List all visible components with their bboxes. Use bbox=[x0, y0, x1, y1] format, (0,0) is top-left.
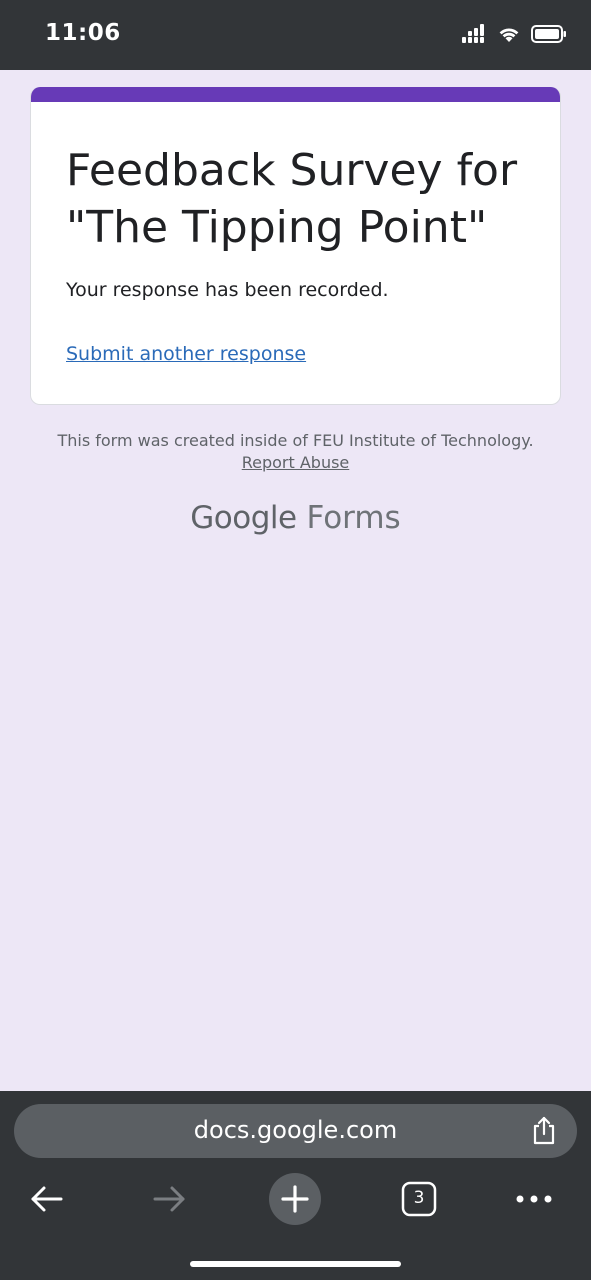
submit-another-response-link[interactable]: Submit another response bbox=[66, 343, 306, 365]
footer-note: This form was created inside of FEU Inst… bbox=[0, 430, 591, 474]
status-time: 11:06 bbox=[45, 20, 121, 46]
created-inside-text: This form was created inside of FEU Inst… bbox=[57, 431, 534, 450]
wifi-icon bbox=[497, 25, 521, 48]
battery-icon bbox=[531, 24, 567, 49]
form-title: Feedback Survey for "The Tipping Point" bbox=[66, 145, 518, 253]
status-bar: 11:06 bbox=[0, 0, 591, 70]
status-icons bbox=[461, 24, 567, 49]
signal-icon bbox=[461, 24, 487, 49]
home-indicator bbox=[190, 1261, 401, 1267]
back-arrow-icon[interactable] bbox=[28, 1171, 64, 1227]
brand-google: Google bbox=[190, 500, 297, 536]
more-icon[interactable] bbox=[514, 1171, 554, 1227]
confirmation-message: Your response has been recorded. bbox=[66, 279, 389, 301]
nav-row: 3 bbox=[0, 1171, 591, 1227]
forward-arrow-icon[interactable] bbox=[152, 1171, 188, 1227]
tabs-icon[interactable]: 3 bbox=[401, 1171, 437, 1227]
brand-forms: Forms bbox=[306, 500, 401, 536]
url-text: docs.google.com bbox=[193, 1116, 398, 1144]
card-accent-bar bbox=[31, 87, 560, 102]
share-icon[interactable] bbox=[531, 1116, 557, 1151]
tab-count: 3 bbox=[413, 1188, 425, 1208]
google-forms-logo[interactable]: Google Forms bbox=[0, 500, 591, 536]
report-abuse-link[interactable]: Report Abuse bbox=[242, 453, 350, 472]
browser-toolbar: docs.google.com 3 bbox=[0, 1091, 591, 1280]
confirmation-card: Feedback Survey for "The Tipping Point" … bbox=[30, 87, 561, 405]
address-bar[interactable]: docs.google.com bbox=[14, 1104, 577, 1158]
new-tab-plus-icon[interactable] bbox=[269, 1171, 321, 1227]
